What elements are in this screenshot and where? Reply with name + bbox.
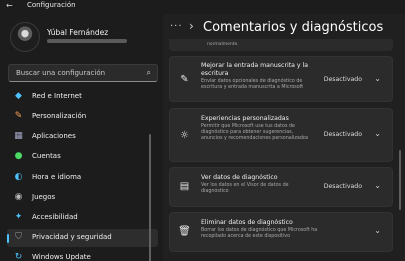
setting-card-handwriting[interactable]: ✎ Mejorar la entrada manuscrita y la esc…	[169, 56, 393, 102]
title-bar: ← Configuración	[0, 0, 405, 14]
sidebar: Yúbal Fernández Buscar una configuración…	[0, 14, 163, 261]
setting-card-personalized-experiences[interactable]: ☼ Experiencias personalizadas Permitir q…	[169, 108, 393, 162]
person-icon: ●	[14, 151, 23, 161]
lightbulb-icon: ☼	[180, 130, 189, 141]
apps-icon: ▦	[14, 131, 23, 141]
gamepad-icon: ◉	[14, 192, 23, 202]
back-arrow-icon[interactable]: ←	[6, 1, 13, 10]
sidebar-item-gaming[interactable]: ◉ Juegos	[7, 189, 158, 207]
sidebar-item-label: Personalización	[32, 112, 87, 120]
diagnostic-viewer-icon: ▤	[179, 181, 190, 192]
selection-indicator	[7, 234, 9, 243]
sidebar-item-privacy-security[interactable]: ⛉ Privacidad y seguridad	[7, 229, 158, 247]
partial-setting-card: normalmente.	[169, 39, 393, 51]
shield-icon: ⛉	[15, 232, 22, 242]
setting-card-view-diagnostic-data[interactable]: ▤ Ver datos de diagnóstico Ver los datos…	[169, 167, 393, 207]
network-icon: ◆	[15, 91, 22, 101]
page-title: Comentarios y diagnósticos	[203, 20, 384, 35]
sidebar-scrollbar[interactable]	[149, 134, 151, 261]
setting-status: Desactivado	[323, 183, 362, 190]
sidebar-item-label: Privacidad y seguridad	[32, 233, 112, 241]
setting-title: Experiencias personalizadas	[201, 115, 289, 122]
setting-description: Borrar los datos de diagnóstico que Micr…	[201, 228, 318, 239]
setting-title: Eliminar datos de diagnóstico	[201, 219, 293, 226]
search-input[interactable]: Buscar una configuración ⌕	[8, 64, 158, 82]
chevron-down-icon[interactable]: ⌄	[374, 181, 381, 190]
breadcrumb-chevron-icon: ›	[189, 19, 194, 33]
sidebar-item-label: Windows Update	[32, 253, 91, 261]
pen-icon: ✎	[180, 74, 189, 85]
sidebar-item-apps[interactable]: ▦ Aplicaciones	[7, 128, 158, 146]
paintbrush-icon: ✎	[14, 111, 23, 121]
sidebar-item-label: Accesibilidad	[32, 213, 78, 221]
partial-card-text: normalmente.	[207, 42, 239, 47]
sidebar-item-label: Red e Internet	[32, 92, 82, 100]
trash-icon: 🗑	[178, 226, 191, 237]
setting-description: Enviar datos opcionales de diagnóstico d…	[201, 79, 304, 90]
chevron-down-icon[interactable]: ⌄	[374, 74, 381, 83]
accessibility-icon: ✦	[14, 212, 23, 222]
update-icon: ↻	[14, 252, 23, 261]
chevron-down-icon[interactable]: ⌄	[374, 129, 381, 138]
setting-status: Desactivado	[323, 76, 362, 83]
sidebar-item-windows-update[interactable]: ↻ Windows Update	[7, 249, 158, 261]
app-title: Configuración	[27, 1, 76, 9]
globe-clock-icon: ◐	[14, 172, 23, 182]
setting-title: Ver datos de diagnóstico	[201, 174, 278, 181]
chevron-down-icon[interactable]: ⌄	[374, 226, 381, 235]
sidebar-item-label: Aplicaciones	[32, 132, 76, 140]
setting-card-delete-diagnostic-data[interactable]: 🗑 Eliminar datos de diagnóstico Borrar l…	[169, 212, 393, 252]
sidebar-item-accessibility[interactable]: ✦ Accesibilidad	[7, 209, 158, 227]
search-placeholder: Buscar una configuración	[16, 69, 106, 77]
more-icon[interactable]: ···	[170, 21, 183, 32]
main-scrollbar[interactable]	[399, 150, 401, 210]
setting-description: Permitir que Microsoft use tus datos de …	[201, 124, 309, 141]
user-name: Yúbal Fernández	[47, 28, 109, 37]
main-content: ··· › Comentarios y diagnósticos normalm…	[163, 14, 405, 261]
sidebar-item-network[interactable]: ◆ Red e Internet	[7, 88, 158, 106]
setting-description: Ver los datos en el Visor de datos de di…	[201, 183, 289, 194]
sidebar-item-label: Juegos	[32, 193, 56, 201]
sidebar-item-personalization[interactable]: ✎ Personalización	[7, 108, 158, 126]
sidebar-item-label: Cuentas	[32, 152, 61, 160]
avatar[interactable]	[10, 22, 40, 52]
sidebar-item-time-language[interactable]: ◐ Hora e idioma	[7, 169, 158, 187]
setting-title: Mejorar la entrada manuscrita y la escri…	[201, 62, 309, 77]
sidebar-item-label: Hora e idioma	[32, 173, 82, 181]
sidebar-item-accounts[interactable]: ● Cuentas	[7, 148, 158, 166]
user-email-redacted	[47, 39, 127, 43]
setting-status: Desactivado	[323, 131, 362, 138]
search-icon[interactable]: ⌕	[147, 68, 151, 78]
